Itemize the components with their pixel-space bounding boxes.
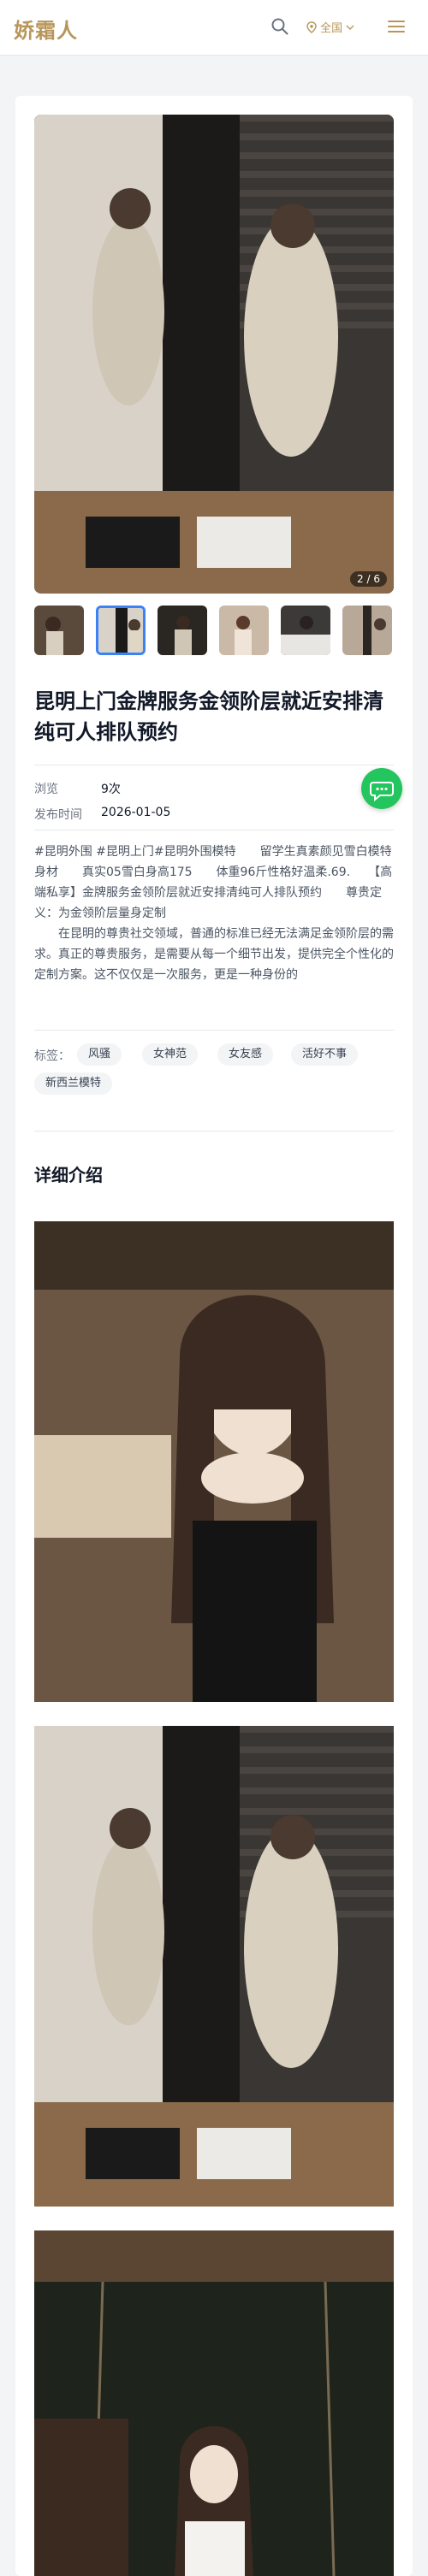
site-logo[interactable]: 娇霜人 [14,14,78,44]
top-header: 娇霜人 全国 [0,0,428,56]
detail-photo [34,1726,394,2207]
menu-icon[interactable] [387,19,406,38]
location-pin-icon [306,21,320,35]
chat-button[interactable] [361,768,402,809]
tag[interactable]: 活好不事 [291,1043,359,1066]
region-selector[interactable]: 全国 [306,19,354,35]
thumbnail[interactable] [219,606,269,655]
thumbnail[interactable] [281,606,330,655]
thumbnail[interactable] [158,606,207,655]
tag[interactable]: 女神范 [142,1043,199,1066]
thumbnail[interactable] [342,606,392,655]
search-icon[interactable] [270,17,289,39]
details-section-title: 详细介绍 [34,1165,103,1185]
date-label: 发布时间 [34,808,82,822]
chat-icon [361,782,402,812]
thumbnail-active[interactable] [96,606,146,655]
tags-label: 标签： [34,1049,70,1063]
gallery-counter: 2 / 6 [350,571,387,587]
date-value: 2026-01-05 [101,806,171,819]
views-value: 9次 [101,783,121,796]
views-label: 浏览 [34,783,58,796]
divider [34,1030,394,1031]
gallery-photo [34,115,394,594]
tag[interactable]: 风骚 [77,1043,122,1066]
tag[interactable]: 女友感 [217,1043,274,1066]
post-description: #昆明外围 #昆明上门#昆明外围模特 留学生真素颜见雪白模特身材 真实05雪白身… [34,845,394,982]
post-card: 2 / 6 昆明上门金牌服务金领阶层就近安排清纯可人排队预约 浏览 9次 发布时… [15,96,413,2576]
chevron-down-icon [346,22,354,35]
tag[interactable]: 新西兰模特 [34,1072,113,1095]
thumbnail[interactable] [34,606,84,655]
gallery-main-image[interactable]: 2 / 6 [34,115,394,594]
post-title: 昆明上门金牌服务金领阶层就近安排清纯可人排队预约 [34,689,383,744]
region-label: 全国 [320,22,343,35]
detail-photo [34,1221,394,1702]
thumbnail-strip [34,606,394,659]
detail-photo [34,2230,394,2576]
